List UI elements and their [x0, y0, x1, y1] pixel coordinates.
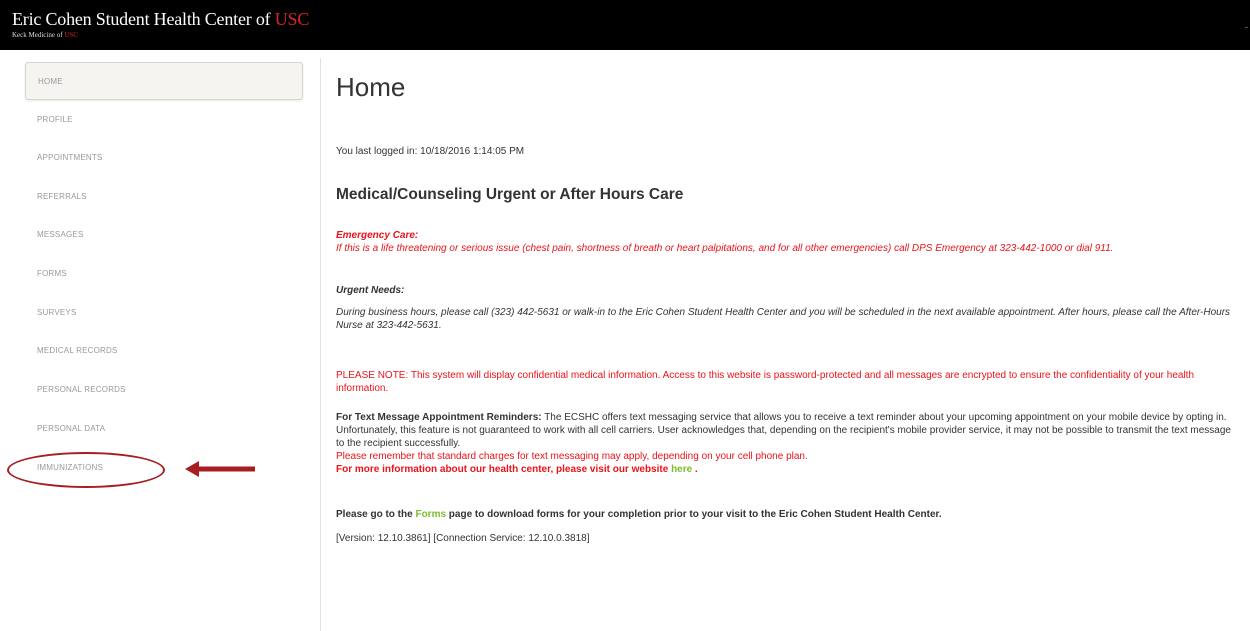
last-login-text: You last logged in: 10/18/2016 1:14:05 P… [336, 146, 525, 157]
brand-subtitle: Keck Medicine of USC [12, 31, 309, 39]
forms-suffix: page to download forms for your completi… [446, 509, 942, 520]
emergency-care-text: If this is a life threatening or serious… [336, 243, 1114, 254]
header-menu-icon[interactable]: - [1245, 22, 1248, 32]
section-title: Medical/Counseling Urgent or After Hours… [336, 186, 684, 203]
sidebar-item-referrals[interactable]: REFERRALS [25, 178, 303, 216]
arrow-left-icon [185, 461, 255, 477]
brand-subtitle-main: Keck Medicine of [12, 31, 65, 39]
emergency-care-heading: Emergency Care: [336, 230, 419, 241]
sidebar-item-medical-records[interactable]: MEDICAL RECORDS [25, 332, 303, 370]
sidebar-item-appointments[interactable]: APPOINTMENTS [25, 139, 303, 177]
brand-title-accent: USC [274, 9, 310, 29]
site-header: Eric Cohen Student Health Center of USC … [0, 0, 1250, 50]
version-info: [Version: 12.10.3861] [Connection Servic… [336, 533, 590, 544]
sms-label: For Text Message Appointment Reminders: [336, 412, 542, 423]
sidebar-item-messages[interactable]: MESSAGES [25, 216, 303, 254]
sidebar-item-home[interactable]: HOME [25, 62, 303, 100]
sidebar-item-personal-data[interactable]: PERSONAL DATA [25, 410, 303, 448]
page-title: Home [336, 72, 406, 102]
urgent-needs-heading: Urgent Needs: [336, 285, 405, 296]
sidebar-nav: HOME PROFILE APPOINTMENTS REFERRALS MESS… [15, 58, 321, 631]
forms-link[interactable]: Forms [415, 509, 446, 520]
brand-subtitle-accent: USC [64, 31, 78, 39]
forms-prefix: Please go to the [336, 509, 416, 520]
annotation-ellipse-highlight [7, 452, 165, 488]
confidentiality-notice: PLEASE NOTE: This system will display co… [336, 370, 1195, 394]
sidebar-item-forms[interactable]: FORMS [25, 255, 303, 293]
forms-instructions: Please go to the Forms page to download … [336, 509, 1241, 520]
sms-charges-text: Please remember that standard charges fo… [336, 451, 808, 462]
sidebar-item-surveys[interactable]: SURVEYS [25, 294, 303, 332]
urgent-needs-text: During business hours, please call (323)… [336, 307, 1231, 331]
website-here-link[interactable]: here [671, 464, 692, 475]
brand-title: Eric Cohen Student Health Center of USC [12, 9, 309, 30]
more-info-text: For more information about our health ce… [336, 464, 672, 475]
sms-reminder-info: For Text Message Appointment Reminders: … [336, 411, 1241, 476]
brand-logo[interactable]: Eric Cohen Student Health Center of USC … [12, 9, 309, 39]
sidebar-item-profile[interactable]: PROFILE [25, 101, 303, 139]
brand-title-main: Eric Cohen Student Health Center of [12, 9, 275, 29]
sidebar-item-personal-records[interactable]: PERSONAL RECORDS [25, 371, 303, 409]
more-info-suffix: . [692, 464, 698, 475]
